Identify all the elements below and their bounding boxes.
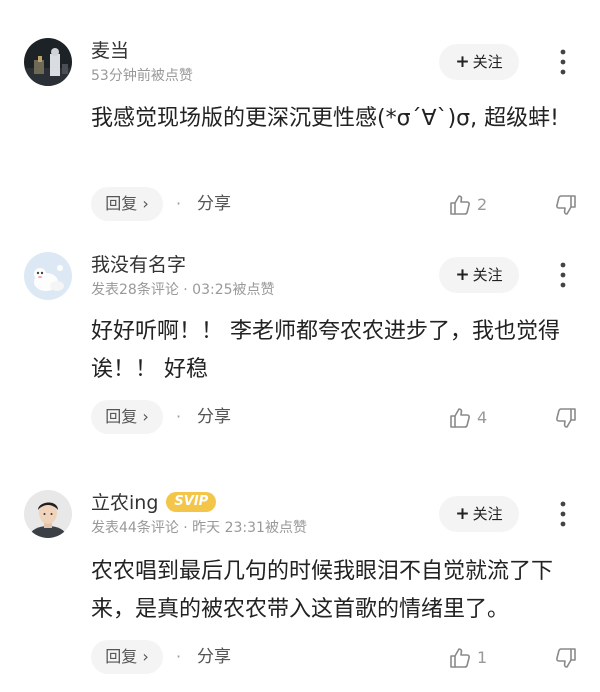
username[interactable]: 我没有名字 [91,253,186,277]
plus-icon: + [455,52,470,72]
thumbs-down-icon[interactable] [551,405,577,431]
like-count: 4 [477,408,488,427]
comment-text: 好好听啊！！ 李老师都夸农农进步了，我也觉得诶！！ 好稳 [91,319,560,382]
thumbs-down-icon[interactable] [551,645,577,671]
reply-button[interactable]: 回复 › [91,400,163,434]
share-button[interactable]: 分享 [197,187,231,221]
share-button[interactable]: 分享 [197,640,231,674]
comment-text: 我感觉现场版的更深沉更性感(*σ´∀`)σ, 超级蚌! [91,106,559,131]
follow-button[interactable]: + 关注 [439,496,519,532]
comment-text: 农农唱到最后几句的时候我眼泪不自觉就流了下来，是真的被农农带入这首歌的情绪里了。 [91,559,554,622]
avatar[interactable] [24,38,72,86]
thumbs-down-icon[interactable] [551,192,577,218]
plus-icon: + [455,504,470,524]
separator-dot: · [176,647,182,666]
share-button[interactable]: 分享 [197,400,231,434]
separator-dot: · [176,407,182,426]
more-options-icon[interactable] [553,48,573,76]
reply-button[interactable]: 回复 › [91,640,163,674]
like-count: 1 [477,648,488,667]
thumbs-up-icon[interactable] [448,646,472,670]
more-options-icon[interactable] [553,500,573,528]
comment-meta: 53分钟前被点赞 [91,68,193,84]
follow-label: 关注 [472,505,503,523]
avatar[interactable] [24,252,72,300]
username[interactable]: 麦当 [91,39,129,63]
svip-badge: SVIP [166,491,217,512]
follow-button[interactable]: + 关注 [439,257,519,293]
username[interactable]: 立农ing SVIP [91,491,217,515]
plus-icon: + [455,265,470,285]
separator-dot: · [176,194,182,213]
username-text: 立农ing [91,492,159,514]
thumbs-up-icon[interactable] [448,406,472,430]
like-count: 2 [477,195,488,214]
comment-meta: 发表28条评论 · 03:25被点赞 [91,282,275,298]
follow-button[interactable]: + 关注 [439,44,519,80]
thumbs-up-icon[interactable] [448,193,472,217]
comment-meta: 发表44条评论 · 昨天 23:31被点赞 [91,520,307,536]
more-options-icon[interactable] [553,261,573,289]
follow-label: 关注 [472,53,503,71]
reply-button[interactable]: 回复 › [91,187,163,221]
avatar[interactable] [24,490,72,538]
follow-label: 关注 [472,266,503,284]
